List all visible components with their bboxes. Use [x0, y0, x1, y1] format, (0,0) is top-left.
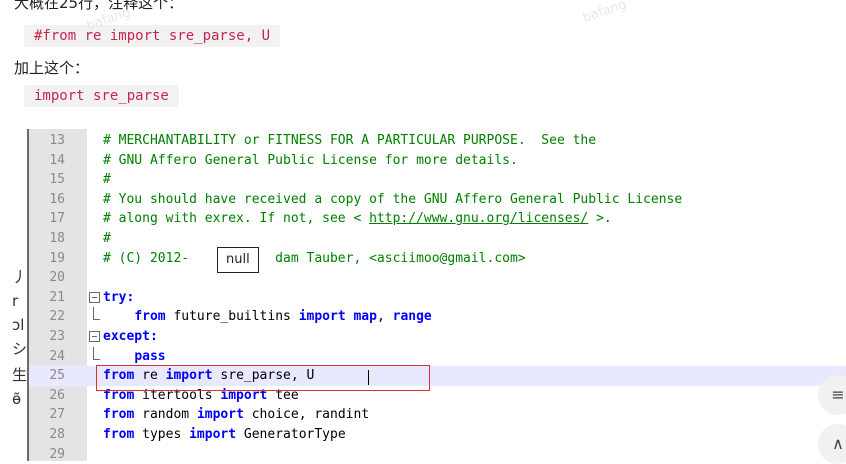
- code-text: from types import GeneratorType: [103, 425, 346, 445]
- inline-code-new-import: import sre_parse: [24, 85, 179, 107]
- code-token: from: [103, 407, 135, 423]
- line-number: 15: [49, 172, 65, 188]
- code-token: from: [103, 427, 135, 442]
- code-token: except:: [103, 329, 158, 344]
- code-token: http://www.gnu.org/licenses/: [369, 211, 589, 227]
- code-token: types: [134, 427, 190, 442]
- clipped-side-text: 生: [12, 366, 28, 384]
- code-line: 28 from types import GeneratorType: [29, 425, 846, 445]
- text-caret: [368, 370, 369, 385]
- code-text: try:: [103, 288, 134, 308]
- code-token: # You should have received a copy of the…: [103, 191, 683, 207]
- code-line: 22 from future_builtins import map, rang…: [29, 307, 846, 327]
- code-line: 17 # along with exrex. If not, see < http…: [29, 209, 846, 229]
- code-text: from random import choice, randint: [103, 405, 369, 425]
- line-number: 16: [49, 191, 65, 207]
- line-number: 23: [49, 329, 65, 344]
- code-editor-screenshot: 13 # MERCHANTABILITY or FITNESS FOR A PAR…: [27, 129, 846, 461]
- code-text: #: [103, 170, 111, 190]
- line-number: 24: [49, 348, 65, 364]
- code-line: 19 # (C) 2012- dam Tauber, <asciimoo@gmai…: [29, 249, 846, 269]
- code-text: # along with exrex. If not, see < http:/…: [103, 209, 612, 229]
- code-token: GeneratorType: [236, 427, 346, 442]
- code-token: # GNU Affero General Public License for …: [103, 152, 518, 168]
- code-token: random: [134, 407, 197, 423]
- inline-code-commented-import: #from re import sre_parse, U: [24, 25, 281, 47]
- code-token: import: [189, 427, 237, 442]
- code-line: 15 #: [29, 170, 846, 190]
- code-token: # along with exrex. If not, see <: [103, 211, 370, 227]
- code-token: # MERCHANTABILITY or FITNESS FOR A PARTI…: [103, 133, 597, 148]
- article-paragraph-2: 加上这个：: [14, 59, 90, 77]
- code-line: 21 try:: [29, 288, 846, 308]
- line-number: 28: [49, 427, 65, 442]
- code-text: # GNU Affero General Public License for …: [103, 151, 518, 171]
- line-number: 17: [49, 211, 65, 227]
- line-number: 13: [49, 133, 65, 148]
- code-text: from future_builtins import map, range: [103, 307, 432, 327]
- line-number: 21: [49, 289, 65, 305]
- code-token: range: [392, 309, 432, 325]
- code-text: except:: [103, 327, 158, 347]
- code-token: >.: [588, 211, 612, 227]
- code-token: #: [103, 172, 111, 188]
- code-line: 27 from random import choice, randint: [29, 405, 846, 425]
- code-token: choice, randint: [243, 407, 370, 423]
- clipped-side-text: ɵ̃: [12, 390, 22, 408]
- code-token: map: [353, 309, 377, 325]
- code-text: # MERCHANTABILITY or FITNESS FOR A PARTI…: [103, 131, 596, 151]
- line-number: 25: [49, 368, 65, 384]
- code-token: import: [196, 407, 244, 423]
- code-line: 29: [29, 445, 846, 461]
- code-line: 18 #: [29, 229, 846, 249]
- clipped-side-text: シ: [12, 340, 28, 358]
- code-text: # You should have received a copy of the…: [103, 190, 682, 210]
- code-token: try:: [103, 289, 135, 305]
- code-token: from: [134, 309, 166, 325]
- code-text: pass: [103, 347, 166, 367]
- line-number: 22: [49, 309, 65, 325]
- fold-end-marker: [93, 307, 100, 321]
- line-number: 19: [49, 250, 65, 266]
- article-paragraph-1: 大概在25行，注释这个：: [14, 0, 184, 12]
- line-number: 20: [49, 270, 65, 286]
- line-number: 14: [49, 152, 65, 168]
- code-text: #: [103, 229, 111, 249]
- line-number: 29: [49, 446, 65, 461]
- code-line: 13 # MERCHANTABILITY or FITNESS FOR A PAR…: [29, 131, 846, 151]
- code-line: 16 # You should have received a copy of t…: [29, 190, 846, 210]
- line-number: 27: [49, 407, 65, 423]
- clipped-side-text: 丿: [12, 268, 28, 286]
- code-token: ,: [376, 309, 393, 325]
- clipped-side-text: ɔl: [12, 316, 25, 334]
- code-token: import: [298, 309, 346, 325]
- code-line: 23 except:: [29, 327, 846, 347]
- fold-toggle-icon[interactable]: [89, 291, 100, 303]
- line-25-highlight-box: [96, 365, 430, 391]
- code-line: 24 pass: [29, 346, 846, 367]
- code-token: # (C) 2012- dam Tauber, <asciimoo@gmail.…: [103, 250, 526, 266]
- clipped-side-text: r: [12, 292, 19, 310]
- code-line: 20: [29, 268, 846, 288]
- null-tooltip: null: [217, 247, 259, 273]
- watermark: bafang: [580, 0, 629, 26]
- fold-toggle-icon[interactable]: [89, 331, 100, 342]
- code-token: pass: [134, 348, 166, 364]
- code-token: future_builtins: [165, 309, 299, 325]
- code-line: 14 # GNU Affero General Public License fo…: [29, 151, 846, 171]
- line-number: 18: [49, 231, 65, 246]
- code-text: # (C) 2012- dam Tauber, <asciimoo@gmail.…: [103, 249, 526, 269]
- line-number: 26: [49, 387, 65, 403]
- fold-end-marker: [93, 346, 100, 360]
- code-token: #: [103, 231, 111, 246]
